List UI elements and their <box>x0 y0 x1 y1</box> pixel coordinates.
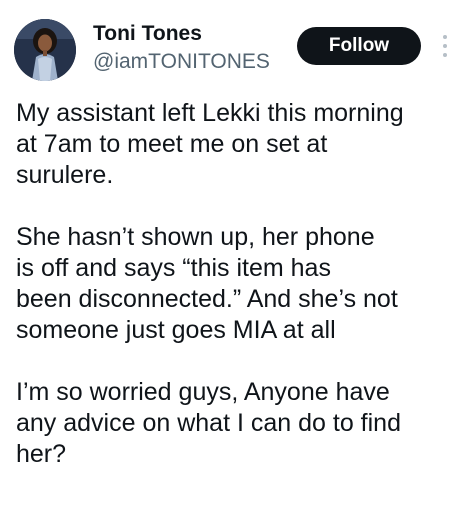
avatar[interactable] <box>14 19 76 81</box>
tweet-line: I’m so worried guys, Anyone have <box>16 378 390 406</box>
dot <box>443 53 447 57</box>
tweet-paragraph: She hasn’t shown up, her phone is off an… <box>16 222 461 346</box>
tweet-card: Toni Tones @iamTONITONES Follow My assis… <box>0 0 469 507</box>
tweet-line: been disconnected.” And she’s not <box>16 285 398 313</box>
profile-photo-icon <box>14 19 76 81</box>
user-handle[interactable]: @iamTONITONES <box>93 50 270 74</box>
tweet-line: someone just goes MIA at all <box>16 316 336 344</box>
tweet-line: at 7am to meet me on set at <box>16 130 328 158</box>
tweet-line: She hasn’t shown up, her phone <box>16 223 375 251</box>
display-name[interactable]: Toni Tones <box>93 22 202 46</box>
tweet-line: her? <box>16 440 67 468</box>
more-options-icon[interactable] <box>437 31 453 61</box>
tweet-line: surulere. <box>16 161 114 189</box>
tweet-text: My assistant left Lekki this morning at … <box>16 98 461 470</box>
dot <box>443 35 447 39</box>
tweet-paragraph: My assistant left Lekki this morning at … <box>16 98 461 191</box>
tweet-line: is off and says “this item has <box>16 254 331 282</box>
dot <box>443 44 447 48</box>
tweet-line: My assistant left Lekki this morning <box>16 99 404 127</box>
tweet-paragraph: I’m so worried guys, Anyone have any adv… <box>16 377 461 470</box>
follow-button[interactable]: Follow <box>297 27 421 65</box>
tweet-line: any advice on what I can do to find <box>16 409 401 437</box>
